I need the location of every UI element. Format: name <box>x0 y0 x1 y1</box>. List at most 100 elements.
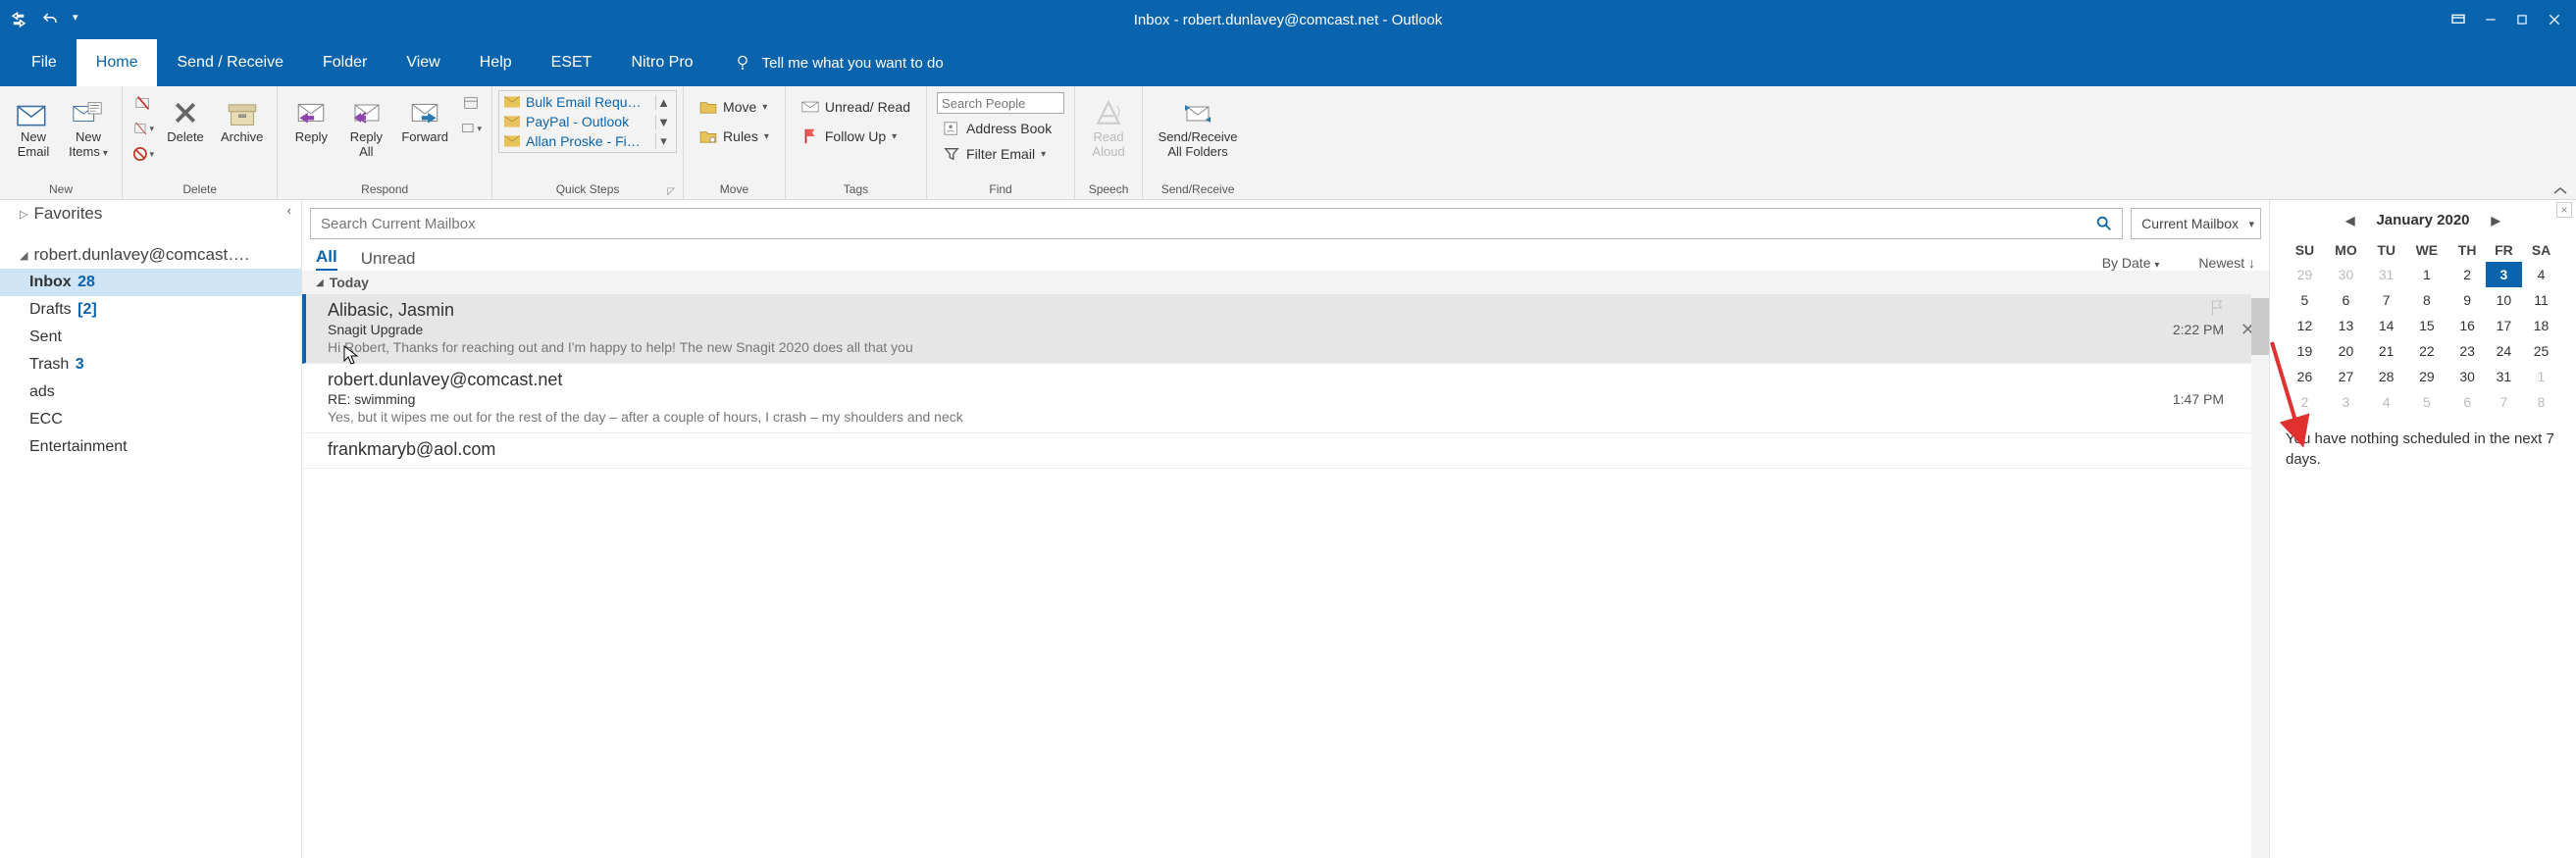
qat-customize-icon[interactable]: ▾ <box>73 11 90 28</box>
filter-all[interactable]: All <box>316 247 337 271</box>
search-people-input[interactable] <box>937 92 1064 114</box>
calendar-prev-month[interactable]: ◀ <box>2336 214 2364 227</box>
move-button[interactable]: Move▾ <box>694 96 775 118</box>
ribbon-display-options-icon[interactable] <box>2450 12 2466 27</box>
calendar-day[interactable]: 29 <box>2404 364 2448 389</box>
quick-step-item[interactable]: Bulk Email Requ… ▲ <box>501 93 674 111</box>
message-item[interactable]: Alibasic, JasminSnagit UpgradeHi Robert,… <box>302 294 2269 364</box>
reply-all-button[interactable]: Reply All <box>338 90 393 164</box>
calendar-day[interactable]: 31 <box>2486 364 2522 389</box>
tab-eset[interactable]: ESET <box>532 39 612 86</box>
calendar-day[interactable]: 13 <box>2324 313 2368 338</box>
calendar-day[interactable]: 16 <box>2448 313 2485 338</box>
ignore-conversation-icon[interactable] <box>132 92 154 114</box>
quick-step-item[interactable]: Allan Proske - Fi… ▾ <box>501 132 674 150</box>
calendar-day[interactable]: 1 <box>2522 364 2560 389</box>
calendar-day[interactable]: 21 <box>2368 338 2404 364</box>
calendar-next-month[interactable]: ▶ <box>2482 214 2510 227</box>
sort-by-date[interactable]: By Date ▾ <box>2102 255 2160 271</box>
calendar-day[interactable]: 9 <box>2448 287 2485 313</box>
calendar-day[interactable]: 5 <box>2286 287 2324 313</box>
calendar-day[interactable]: 30 <box>2448 364 2485 389</box>
tab-folder[interactable]: Folder <box>303 39 386 86</box>
archive-button[interactable]: Archive <box>213 90 271 149</box>
calendar-day[interactable]: 8 <box>2522 389 2560 415</box>
calendar-day[interactable]: 23 <box>2448 338 2485 364</box>
close-todo-bar-icon[interactable]: × <box>2556 202 2572 218</box>
tell-me-search[interactable]: Tell me what you want to do <box>733 39 944 86</box>
send-receive-all-button[interactable]: Send/Receive All Folders <box>1149 90 1247 164</box>
maximize-button[interactable] <box>2515 13 2529 26</box>
undo-icon[interactable] <box>41 11 59 28</box>
calendar-day[interactable]: 17 <box>2486 313 2522 338</box>
calendar-day[interactable]: 25 <box>2522 338 2560 364</box>
meeting-reply-icon[interactable] <box>460 92 482 114</box>
folder-inbox[interactable]: Inbox 28 <box>0 269 301 296</box>
calendar-day[interactable]: 7 <box>2368 287 2404 313</box>
folder-entertainment[interactable]: Entertainment <box>0 433 301 461</box>
sort-direction[interactable]: Newest ↓ <box>2198 255 2255 271</box>
calendar-day[interactable]: 11 <box>2522 287 2560 313</box>
folder-sent[interactable]: Sent <box>0 324 301 351</box>
calendar-day[interactable]: 24 <box>2486 338 2522 364</box>
calendar-day[interactable]: 3 <box>2324 389 2368 415</box>
calendar-day[interactable]: 6 <box>2324 287 2368 313</box>
tab-view[interactable]: View <box>386 39 459 86</box>
calendar-day[interactable]: 10 <box>2486 287 2522 313</box>
calendar-day[interactable]: 1 <box>2404 262 2448 287</box>
date-picker[interactable]: SUMOTUWETHFRSA 2930311234567891011121314… <box>2286 238 2560 415</box>
new-email-button[interactable]: New Email <box>6 90 61 164</box>
chevron-down-icon[interactable]: ▼ <box>655 115 671 129</box>
calendar-day[interactable]: 6 <box>2448 389 2485 415</box>
search-mailbox-box[interactable] <box>310 208 2123 239</box>
calendar-day[interactable]: 4 <box>2368 389 2404 415</box>
read-aloud-button[interactable]: Read Aloud <box>1081 90 1136 164</box>
rules-button[interactable]: Rules▾ <box>694 126 775 147</box>
expand-icon[interactable]: ▾ <box>655 133 671 149</box>
forward-button[interactable]: Forward <box>393 90 456 149</box>
filter-email-button[interactable]: Filter Email▾ <box>937 143 1064 165</box>
chevron-up-icon[interactable]: ▲ <box>655 95 671 110</box>
search-scope-dropdown[interactable]: Current Mailbox <box>2131 208 2261 239</box>
flag-icon[interactable] <box>2210 300 2224 316</box>
favorites-header[interactable]: ▷ Favorites <box>0 200 301 227</box>
account-header[interactable]: ◢ robert.dunlavey@comcast…. <box>0 241 301 269</box>
calendar-day[interactable]: 8 <box>2404 287 2448 313</box>
calendar-day[interactable]: 12 <box>2286 313 2324 338</box>
clean-up-icon[interactable]: ▾ <box>132 118 154 139</box>
quick-step-item[interactable]: PayPal - Outlook ▼ <box>501 113 674 130</box>
calendar-day[interactable]: 19 <box>2286 338 2324 364</box>
close-button[interactable] <box>2547 12 2562 27</box>
calendar-day[interactable]: 7 <box>2486 389 2522 415</box>
calendar-day[interactable]: 27 <box>2324 364 2368 389</box>
calendar-day[interactable]: 26 <box>2286 364 2324 389</box>
new-items-button[interactable]: New Items <box>61 90 116 164</box>
tab-home[interactable]: Home <box>77 39 158 86</box>
calendar-day[interactable]: 2 <box>2448 262 2485 287</box>
quick-steps-launcher-icon[interactable]: ◸ <box>667 186 675 197</box>
collapse-ribbon-icon[interactable] <box>2552 185 2568 197</box>
folder-trash[interactable]: Trash 3 <box>0 351 301 379</box>
calendar-day[interactable]: 4 <box>2522 262 2560 287</box>
unread-read-button[interactable]: Unread/ Read <box>796 96 916 118</box>
folder-ecc[interactable]: ECC <box>0 406 301 433</box>
calendar-day[interactable]: 22 <box>2404 338 2448 364</box>
calendar-day[interactable]: 5 <box>2404 389 2448 415</box>
reply-button[interactable]: Reply <box>283 90 338 149</box>
delete-button[interactable]: Delete <box>158 90 213 149</box>
folder-ads[interactable]: ads <box>0 379 301 406</box>
calendar-day[interactable]: 28 <box>2368 364 2404 389</box>
message-item[interactable]: frankmaryb@aol.com <box>302 433 2269 469</box>
calendar-day[interactable]: 2 <box>2286 389 2324 415</box>
tab-file[interactable]: File <box>12 39 77 86</box>
calendar-day[interactable]: 30 <box>2324 262 2368 287</box>
calendar-day[interactable]: 18 <box>2522 313 2560 338</box>
filter-unread[interactable]: Unread <box>361 249 416 271</box>
search-mailbox-input[interactable] <box>311 216 2087 232</box>
tab-send-receive[interactable]: Send / Receive <box>157 39 303 86</box>
message-item[interactable]: robert.dunlavey@comcast.netRE: swimmingY… <box>302 364 2269 433</box>
search-icon[interactable] <box>2087 215 2122 232</box>
minimize-button[interactable] <box>2484 13 2498 26</box>
calendar-day[interactable]: 3 <box>2486 262 2522 287</box>
group-header-today[interactable]: ◢ Today <box>302 271 2269 294</box>
